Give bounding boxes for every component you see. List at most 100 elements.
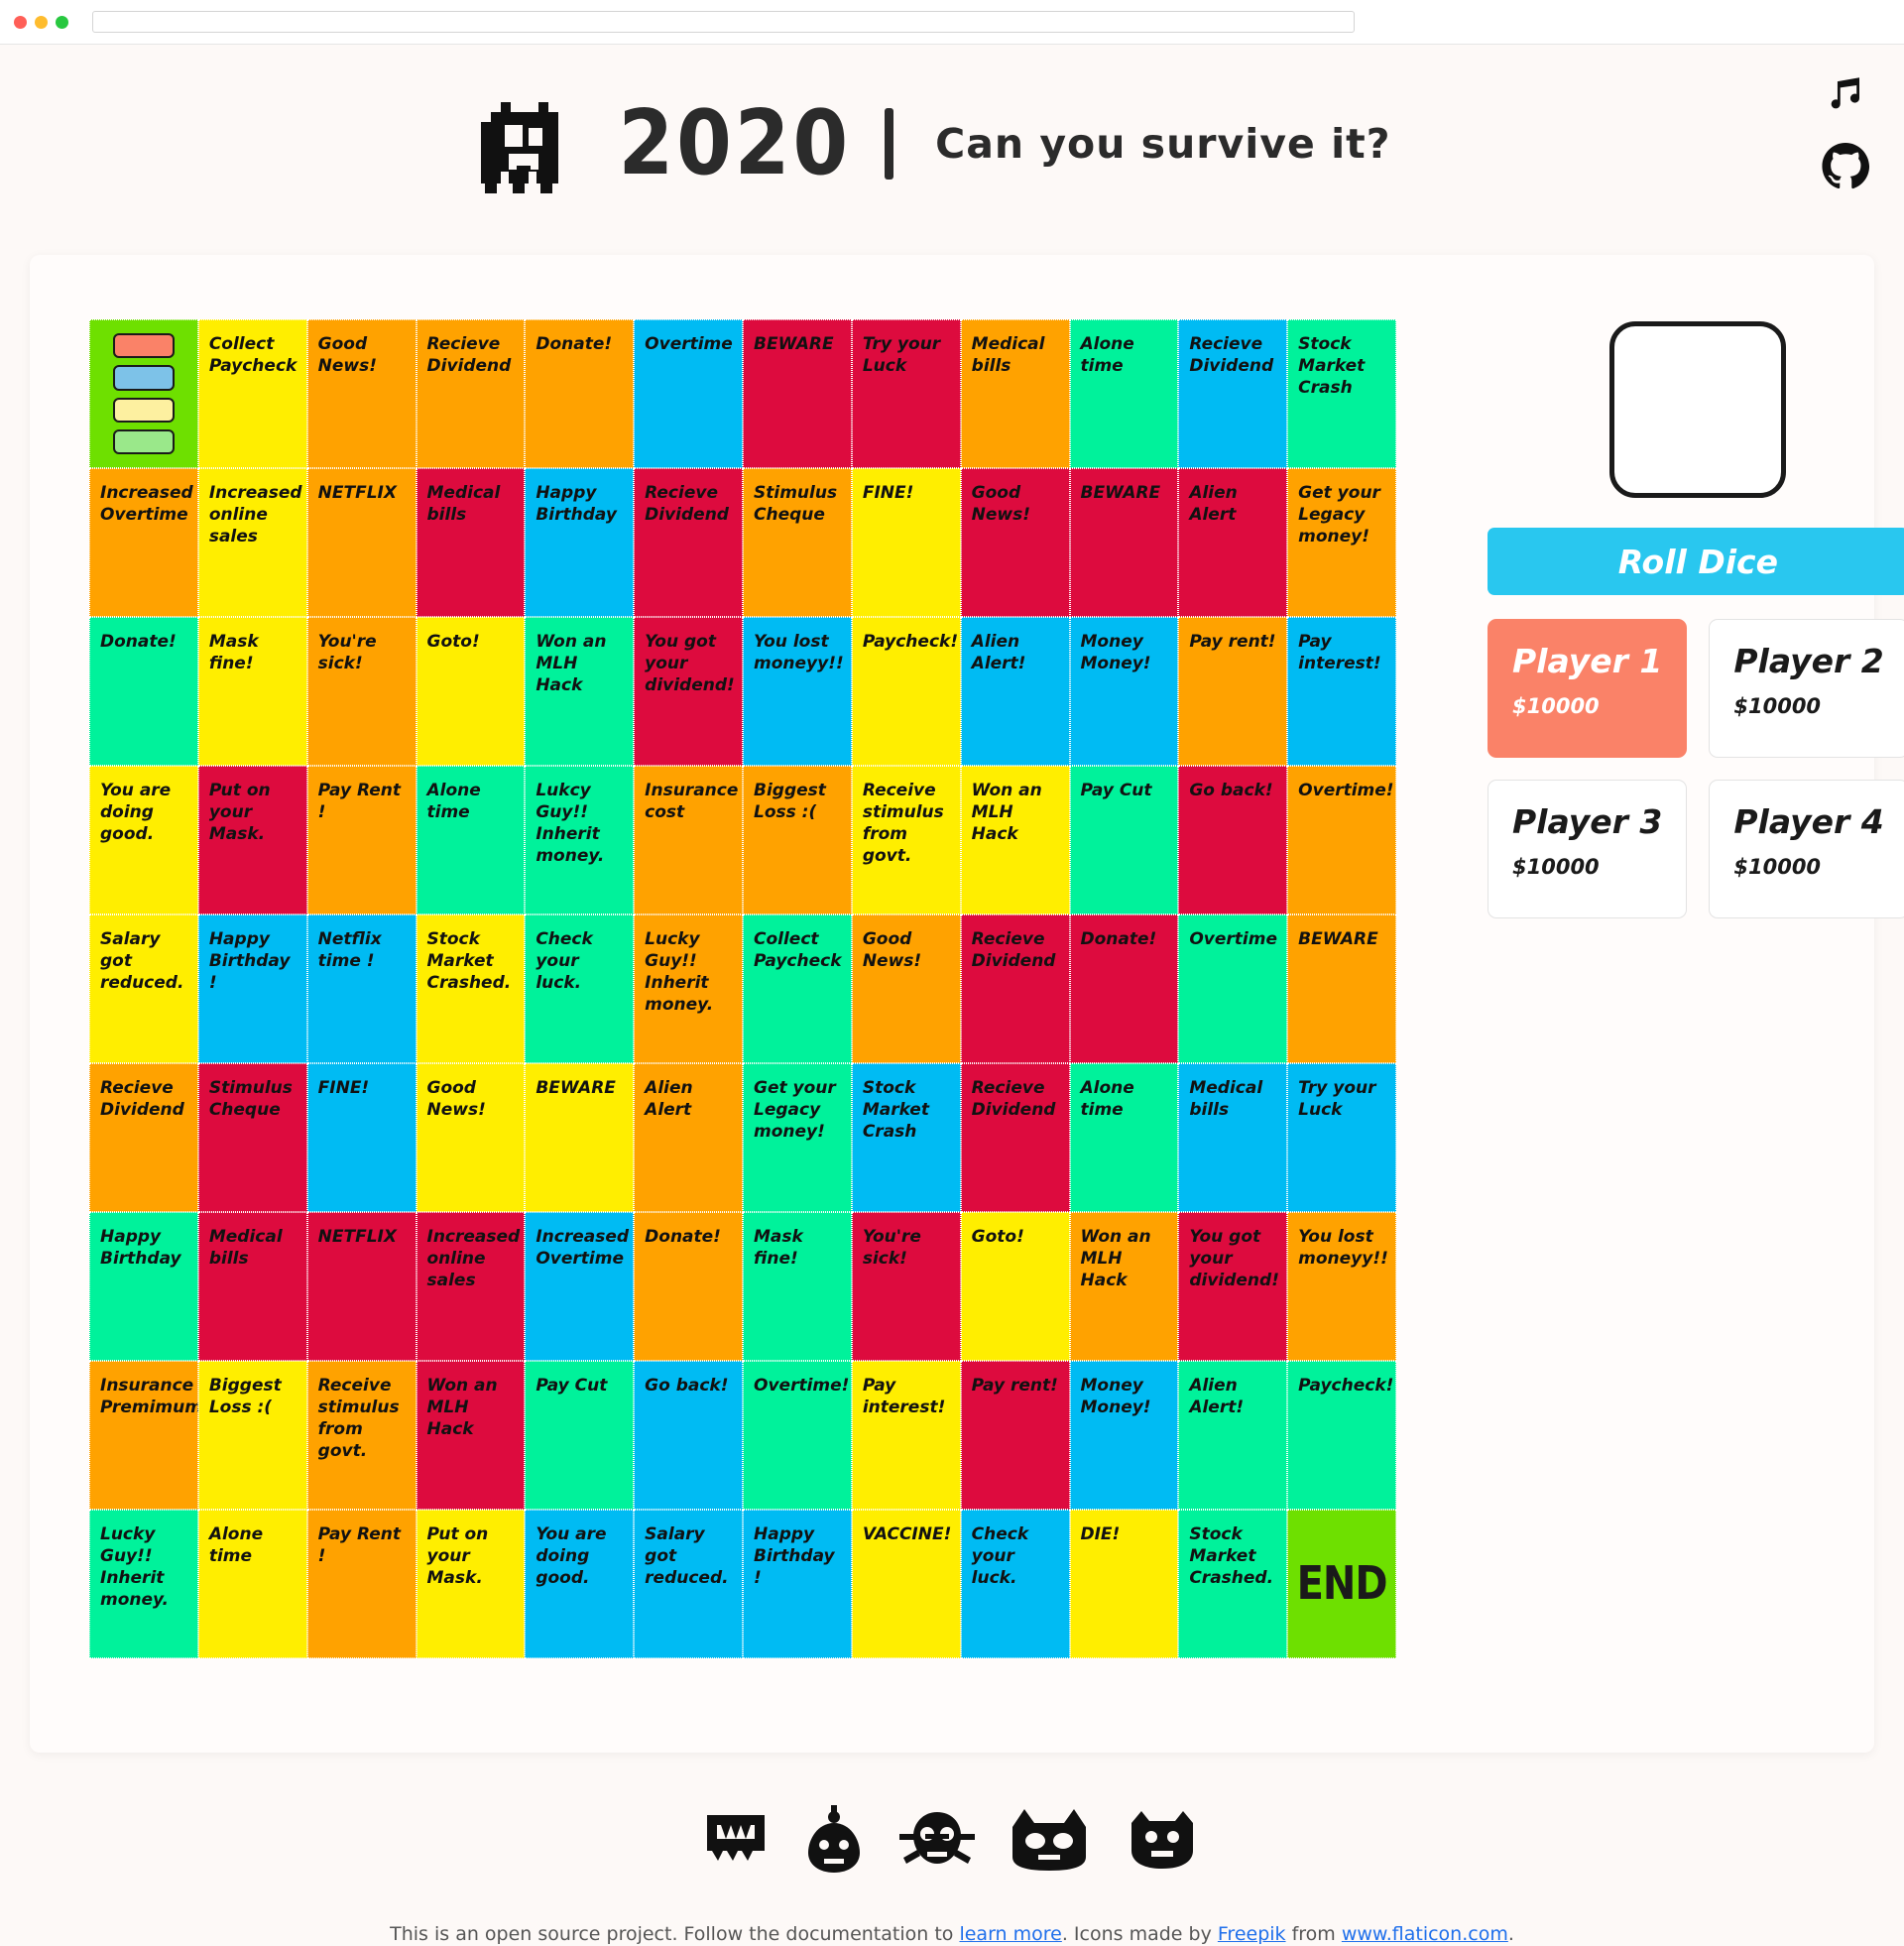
board-cell[interactable]: Good News! (960, 468, 1070, 617)
board-cell[interactable]: Salary got reduced. (89, 914, 198, 1063)
board-cell[interactable]: Lukcy Guy!! Inherit money. (525, 766, 635, 914)
board-cell[interactable]: Pay Cut (525, 1361, 635, 1510)
board-cell[interactable]: Alien Alert (1178, 468, 1288, 617)
board-cell[interactable]: You are doing good. (89, 766, 198, 914)
board-cell[interactable]: Recieve Dividend (634, 468, 743, 617)
board-cell[interactable]: Recieve Dividend (960, 1063, 1070, 1212)
board-cell[interactable]: Medical bills (960, 319, 1070, 468)
board-cell-start[interactable] (89, 319, 198, 468)
board-cell[interactable]: Collect Paycheck (197, 319, 307, 468)
board-cell[interactable]: Collect Paycheck (743, 914, 852, 1063)
board-cell[interactable]: FINE! (306, 1063, 416, 1212)
board-cell[interactable]: Receive stimulus from govt. (851, 766, 961, 914)
board-cell[interactable]: Good News! (306, 319, 416, 468)
board-cell[interactable]: BEWARE (1069, 468, 1179, 617)
board-cell[interactable]: Won an MLH Hack (416, 1361, 526, 1510)
board-cell[interactable]: Won an MLH Hack (960, 766, 1070, 914)
board-cell[interactable]: Goto! (416, 617, 526, 766)
board-cell[interactable]: Alien Alert (634, 1063, 743, 1212)
board-cell[interactable]: BEWARE (1287, 914, 1396, 1063)
board-cell[interactable]: Alien Alert! (1178, 1361, 1288, 1510)
board-cell[interactable]: Increased online sales (197, 468, 307, 617)
board-cell[interactable]: Try your Luck (1287, 1063, 1396, 1212)
board-cell[interactable]: Go back! (634, 1361, 743, 1510)
board-cell[interactable]: Donate! (1069, 914, 1179, 1063)
roll-dice-button[interactable]: Roll Dice (1488, 528, 1904, 595)
board-cell[interactable]: Increased Overtime (89, 468, 198, 617)
board-cell[interactable]: You got your dividend! (1178, 1212, 1288, 1361)
board-cell[interactable]: Mask fine! (743, 1212, 852, 1361)
board-cell[interactable]: Recieve Dividend (960, 914, 1070, 1063)
board-cell[interactable]: Overtime! (1287, 766, 1396, 914)
board-cell[interactable]: FINE! (851, 468, 961, 617)
board-cell-end[interactable]: END (1287, 1510, 1396, 1658)
board-cell[interactable]: Overtime! (743, 1361, 852, 1510)
close-window-button[interactable] (14, 15, 27, 29)
board-cell[interactable]: Mask fine! (197, 617, 307, 766)
board-cell[interactable]: You lost moneyy!! (1287, 1212, 1396, 1361)
board-cell[interactable]: Donate! (525, 319, 635, 468)
board-cell[interactable]: Donate! (89, 617, 198, 766)
board-cell[interactable]: Good News! (416, 1063, 526, 1212)
freepik-link[interactable]: Freepik (1218, 1923, 1286, 1945)
board-cell[interactable]: Get your Legacy money! (743, 1063, 852, 1212)
board-cell[interactable]: Donate! (634, 1212, 743, 1361)
music-note-icon[interactable] (1825, 72, 1866, 114)
board-cell[interactable]: Won an MLH Hack (525, 617, 635, 766)
board-cell[interactable]: Medical bills (1178, 1063, 1288, 1212)
board-cell[interactable]: Good News! (851, 914, 961, 1063)
board-cell[interactable]: Happy Birthday (89, 1212, 198, 1361)
github-icon[interactable] (1821, 142, 1870, 191)
board-cell[interactable]: Stimulus Cheque (197, 1063, 307, 1212)
flaticon-link[interactable]: www.flaticon.com (1342, 1923, 1508, 1945)
board-cell[interactable]: Alone time (197, 1510, 307, 1658)
board-cell[interactable]: Salary got reduced. (634, 1510, 743, 1658)
board-cell[interactable]: Stock Market Crash (1287, 319, 1396, 468)
board-cell[interactable]: Pay interest! (851, 1361, 961, 1510)
board-cell[interactable]: Happy Birthday (525, 468, 635, 617)
board-cell[interactable]: Alien Alert! (960, 617, 1070, 766)
board-cell[interactable]: Pay Rent ! (306, 1510, 416, 1658)
board-cell[interactable]: Check your luck. (525, 914, 635, 1063)
board-cell[interactable]: You got your dividend! (634, 617, 743, 766)
board-cell[interactable]: Medical bills (197, 1212, 307, 1361)
board-cell[interactable]: Pay Rent ! (306, 766, 416, 914)
board-cell[interactable]: You are doing good. (525, 1510, 635, 1658)
board-cell[interactable]: Lucky Guy!! Inherit money. (89, 1510, 198, 1658)
board-cell[interactable]: Overtime (634, 319, 743, 468)
board-cell[interactable]: BEWARE (743, 319, 852, 468)
board-cell[interactable]: Paycheck! (851, 617, 961, 766)
board-cell[interactable]: Recieve Dividend (89, 1063, 198, 1212)
board-cell[interactable]: Overtime (1178, 914, 1288, 1063)
board-cell[interactable]: Won an MLH Hack (1069, 1212, 1179, 1361)
minimize-window-button[interactable] (35, 15, 48, 29)
board-cell[interactable]: Alone time (1069, 319, 1179, 468)
board-cell[interactable]: Go back! (1178, 766, 1288, 914)
board-cell[interactable]: Pay rent! (1178, 617, 1288, 766)
board-cell[interactable]: Happy Birthday ! (743, 1510, 852, 1658)
board-cell[interactable]: Put on your Mask. (416, 1510, 526, 1658)
board-cell[interactable]: Receive stimulus from govt. (306, 1361, 416, 1510)
board-cell[interactable]: Insurance Premimum (89, 1361, 198, 1510)
board-cell[interactable]: Netflix time ! (306, 914, 416, 1063)
board-cell[interactable]: Lucky Guy!! Inherit money. (634, 914, 743, 1063)
board-cell[interactable]: Check your luck. (960, 1510, 1070, 1658)
board-cell[interactable]: Pay interest! (1287, 617, 1396, 766)
board-cell[interactable]: Pay Cut (1069, 766, 1179, 914)
board-cell[interactable]: Stock Market Crashed. (1178, 1510, 1288, 1658)
board-cell[interactable]: Medical bills (416, 468, 526, 617)
board-cell[interactable]: Biggest Loss :( (743, 766, 852, 914)
board-cell[interactable]: Stock Market Crash (851, 1063, 961, 1212)
board-cell[interactable]: Get your Legacy money! (1287, 468, 1396, 617)
board-cell[interactable]: Paycheck! (1287, 1361, 1396, 1510)
board-cell[interactable]: Goto! (960, 1212, 1070, 1361)
player-card-1[interactable]: Player 1 $10000 (1488, 619, 1688, 758)
board-cell[interactable]: Increased online sales (416, 1212, 526, 1361)
board-cell[interactable]: Alone time (416, 766, 526, 914)
dice-display[interactable] (1609, 321, 1787, 498)
board-cell[interactable]: You're sick! (306, 617, 416, 766)
board-cell[interactable]: BEWARE (525, 1063, 635, 1212)
board-cell[interactable]: Money Money! (1069, 617, 1179, 766)
board-cell[interactable]: Insurance cost (634, 766, 743, 914)
player-card-4[interactable]: Player 4 $10000 (1709, 780, 1904, 918)
